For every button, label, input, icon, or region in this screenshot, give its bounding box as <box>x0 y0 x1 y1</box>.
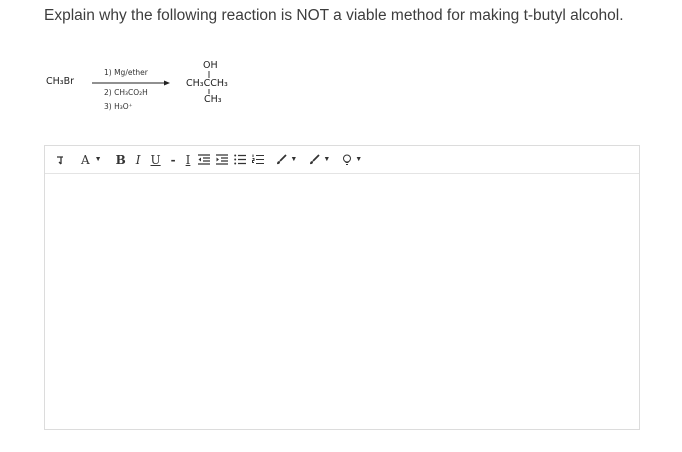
strikethrough-button[interactable]: - <box>169 150 178 170</box>
font-color-button[interactable]: A ▼ <box>79 150 102 170</box>
question-text: Explain why the following reaction is NO… <box>44 7 624 24</box>
product-oh-label: OH <box>203 60 218 71</box>
bold-label: B <box>115 152 126 167</box>
brush-icon <box>277 154 288 165</box>
answer-text-area[interactable] <box>45 174 639 429</box>
reactant-label: CH₃Br <box>46 76 75 87</box>
clear-format-button[interactable]: I <box>184 150 193 170</box>
editor-toolbar: A ▼ B I U - I ▼ ▼ ▼ <box>45 146 639 174</box>
indent-button[interactable] <box>216 150 229 170</box>
answer-editor: A ▼ B I U - I ▼ ▼ ▼ <box>44 145 640 430</box>
chevron-down-icon: ▼ <box>290 156 298 163</box>
italic-label: I <box>135 152 141 167</box>
numbered-list-icon <box>252 154 265 164</box>
numbered-list-button[interactable] <box>252 150 265 170</box>
paragraph-icon <box>57 155 63 164</box>
indent-icon <box>216 154 229 165</box>
background-color-button[interactable]: ▼ <box>309 150 330 170</box>
italic-button[interactable]: I <box>134 150 143 170</box>
bullet-list-icon <box>234 154 247 165</box>
paragraph-format-button[interactable] <box>55 150 65 170</box>
product-main-label: CH₃CCH₃ <box>186 78 228 89</box>
chevron-down-icon: ▼ <box>94 156 102 163</box>
chevron-down-icon: ▼ <box>323 156 331 163</box>
step-2-label: 2) CH₃CO₂H <box>104 88 148 97</box>
bold-button[interactable]: B <box>114 150 128 170</box>
product-methyl-label: CH₃ <box>204 94 222 105</box>
highlight-color-button[interactable]: ▼ <box>276 150 297 170</box>
chevron-down-icon: ▼ <box>355 156 363 163</box>
reaction-arrow <box>92 71 210 94</box>
underline-button[interactable]: U <box>149 150 163 170</box>
underline-label: U <box>150 152 161 167</box>
outdent-icon <box>198 154 211 165</box>
step-3-label: 3) H₃O⁺ <box>104 102 133 111</box>
lightbulb-icon <box>343 154 352 165</box>
reaction-scheme: CH₃Br 1) Mg/ether 2) CH₃CO₂H 3) H₃O⁺ OH … <box>40 56 270 116</box>
outdent-button[interactable] <box>198 150 211 170</box>
bullet-list-button[interactable] <box>234 150 247 170</box>
clear-format-label: I <box>185 152 191 167</box>
strike-label: - <box>170 152 176 167</box>
brush-icon <box>310 154 320 165</box>
step-1-label: 1) Mg/ether <box>104 68 148 77</box>
font-label: A <box>81 152 90 167</box>
special-character-button[interactable]: ▼ <box>342 150 362 170</box>
